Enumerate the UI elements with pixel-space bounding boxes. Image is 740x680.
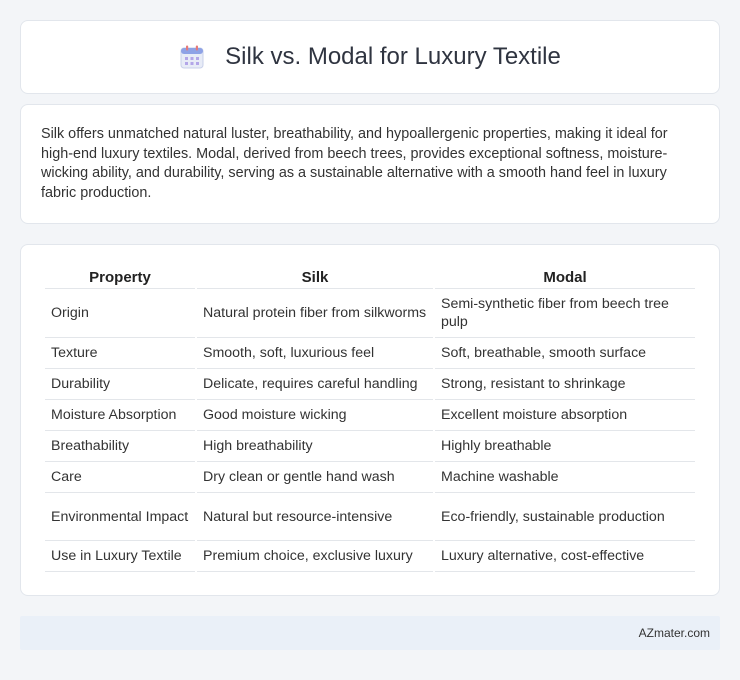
footer-brand: AZmater.com <box>638 626 710 640</box>
property-cell: Breathability <box>45 431 195 462</box>
silk-cell: Natural protein fiber from silkworms <box>197 289 433 338</box>
table-row: Care Dry clean or gentle hand wash Machi… <box>45 462 695 493</box>
property-cell: Environmental Impact <box>45 493 195 541</box>
silk-cell: High breathability <box>197 431 433 462</box>
modal-cell: Luxury alternative, cost-effective <box>435 541 695 572</box>
intro-text: Silk offers unmatched natural luster, br… <box>41 126 668 201</box>
table-row: Use in Luxury Textile Premium choice, ex… <box>45 541 695 572</box>
silk-cell: Natural but resource-intensive <box>197 493 433 541</box>
table-row: Texture Smooth, soft, luxurious feel Sof… <box>45 338 695 369</box>
silk-cell: Dry clean or gentle hand wash <box>197 462 433 493</box>
property-cell: Durability <box>45 369 195 400</box>
modal-cell: Soft, breathable, smooth surface <box>435 338 695 369</box>
modal-cell: Machine washable <box>435 462 695 493</box>
header-modal: Modal <box>435 265 695 289</box>
property-cell: Origin <box>45 289 195 338</box>
silk-cell: Premium choice, exclusive luxury <box>197 541 433 572</box>
page-title: Silk vs. Modal for Luxury Textile <box>225 43 561 70</box>
silk-cell: Delicate, requires careful handling <box>197 369 433 400</box>
table-row: Durability Delicate, requires careful ha… <box>45 369 695 400</box>
property-cell: Use in Luxury Textile <box>45 541 195 572</box>
table-row: Environmental Impact Natural but resourc… <box>45 493 695 541</box>
table-row: Origin Natural protein fiber from silkwo… <box>45 289 695 338</box>
property-cell: Moisture Absorption <box>45 400 195 431</box>
comparison-table: Property Silk Modal Origin Natural prote… <box>43 265 697 572</box>
property-cell: Care <box>45 462 195 493</box>
footer-bar: AZmater.com <box>20 616 720 650</box>
table-row: Breathability High breathability Highly … <box>45 431 695 462</box>
property-cell: Texture <box>45 338 195 369</box>
modal-cell: Strong, resistant to shrinkage <box>435 369 695 400</box>
table-row: Moisture Absorption Good moisture wickin… <box>45 400 695 431</box>
calendar-icon <box>180 45 204 69</box>
header-property: Property <box>45 265 195 289</box>
silk-cell: Good moisture wicking <box>197 400 433 431</box>
intro-card: Silk offers unmatched natural luster, br… <box>20 104 720 224</box>
modal-cell: Highly breathable <box>435 431 695 462</box>
comparison-card: Property Silk Modal Origin Natural prote… <box>20 244 720 596</box>
header-silk: Silk <box>197 265 433 289</box>
silk-cell: Smooth, soft, luxurious feel <box>197 338 433 369</box>
title-card: Silk vs. Modal for Luxury Textile <box>20 20 720 94</box>
table-header-row: Property Silk Modal <box>45 265 695 289</box>
modal-cell: Excellent moisture absorption <box>435 400 695 431</box>
modal-cell: Semi-synthetic fiber from beech tree pul… <box>435 289 695 338</box>
modal-cell: Eco-friendly, sustainable production <box>435 493 695 541</box>
